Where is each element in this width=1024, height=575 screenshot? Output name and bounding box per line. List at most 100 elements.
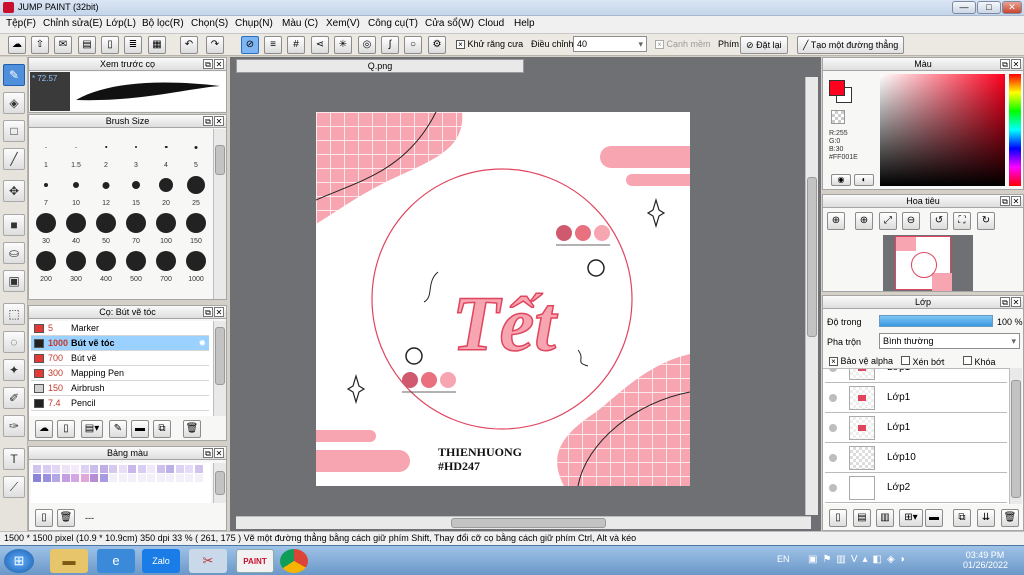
select-eraser-icon[interactable]: ✑ xyxy=(3,415,25,437)
layer-row[interactable]: Lớp2 xyxy=(825,473,1007,503)
brush-list-item[interactable]: 5 Marker xyxy=(31,321,209,336)
panel-controls[interactable]: ⧉ ✕ xyxy=(202,59,224,70)
scroll-thumb[interactable] xyxy=(215,145,225,175)
panel-controls[interactable]: ⧉ ✕ xyxy=(999,196,1021,207)
concentric-snap-icon[interactable]: ◎ xyxy=(358,36,376,54)
clock[interactable]: 03:49 PM 01/26/2022 xyxy=(963,550,1008,570)
palette-swatch[interactable] xyxy=(61,474,70,482)
brush-size-cell[interactable]: 4 xyxy=(151,133,181,169)
palette-swatch[interactable] xyxy=(109,465,117,473)
menu-tools[interactable]: Công cụ(T) xyxy=(368,18,418,29)
delete-palette-icon[interactable]: 🗑 xyxy=(57,509,75,527)
palette-swatch[interactable] xyxy=(147,474,155,482)
brush-size-cell[interactable]: 70 xyxy=(121,209,151,245)
lock-checkbox[interactable]: Khóa xyxy=(963,356,996,367)
palette-swatch[interactable] xyxy=(42,474,51,482)
panel-controls[interactable]: ⧉ ✕ xyxy=(999,59,1021,70)
menu-select[interactable]: Chọn(S) xyxy=(191,18,228,29)
palette-swatch[interactable] xyxy=(109,474,117,482)
parallel-snap-icon[interactable]: ≡ xyxy=(264,36,282,54)
file-explorer-icon[interactable]: ▬ xyxy=(50,549,88,573)
grid-layout-icon[interactable]: ▦ xyxy=(148,36,166,54)
new-layer-icon[interactable]: ▯ xyxy=(829,509,847,527)
fit-icon[interactable]: ⤢ xyxy=(879,212,897,230)
palette-swatch[interactable] xyxy=(175,465,184,473)
lasso-tool-icon[interactable]: ◌ xyxy=(3,331,25,353)
palette-swatch[interactable] xyxy=(61,465,70,473)
panel-controls[interactable]: ⧉ ✕ xyxy=(202,448,224,459)
brush-size-cell[interactable]: 20 xyxy=(151,171,181,207)
tray-icons[interactable]: ▣⚑▥V▴◧◈◗ xyxy=(808,554,911,565)
palette-swatch[interactable] xyxy=(71,474,79,482)
scissors-icon[interactable]: ✂ xyxy=(189,549,227,573)
gear-icon[interactable]: ✹ xyxy=(198,336,206,350)
palette-swatch[interactable] xyxy=(33,474,41,482)
palette-swatch[interactable] xyxy=(99,465,108,473)
reset-button[interactable]: ⊘ Đặt lại xyxy=(740,36,788,54)
maximize-button[interactable]: □ xyxy=(977,1,1001,14)
zalo-icon[interactable]: Zalo xyxy=(142,549,180,573)
scroll-thumb[interactable] xyxy=(215,327,225,385)
bucket-tool-icon[interactable]: ⛀ xyxy=(3,242,25,264)
new-layer-copy-icon[interactable]: ▤ xyxy=(853,509,871,527)
panel-controls[interactable]: ⧉ ✕ xyxy=(202,307,224,318)
brush-size-cell[interactable]: 1000 xyxy=(181,247,211,283)
language-indicator[interactable]: EN xyxy=(777,554,790,564)
visibility-eye-icon[interactable] xyxy=(829,454,837,462)
soft-edge-checkbox[interactable]: × Cạnh mềm xyxy=(655,39,711,49)
brush-edit-icon[interactable]: ✎ xyxy=(109,420,127,438)
brush-size-cell[interactable]: 400 xyxy=(91,247,121,283)
move-tool-icon[interactable]: ✥ xyxy=(3,180,25,202)
zoom-out-icon[interactable]: ⊖ xyxy=(902,212,920,230)
undo-icon[interactable]: ↶ xyxy=(180,36,198,54)
palette-swatch[interactable] xyxy=(99,474,108,482)
blend-mode-select[interactable]: Bình thường ▾ xyxy=(879,333,1020,349)
brush-size-cell[interactable]: 1.5 xyxy=(61,133,91,169)
palette-swatch[interactable] xyxy=(52,474,60,482)
brush-size-cell[interactable]: 12 xyxy=(91,171,121,207)
float-icon[interactable]: ⧉ xyxy=(1000,59,1010,69)
palette-swatch[interactable] xyxy=(166,474,174,482)
layer-merge-icon[interactable]: ⇊ xyxy=(977,509,995,527)
fit-screen-icon[interactable]: ⛶ xyxy=(953,212,971,230)
text-tool-icon[interactable]: T xyxy=(3,448,25,470)
layer-folder-icon[interactable]: ▬ xyxy=(925,509,943,527)
eyedropper-tool-icon[interactable]: ⟋ xyxy=(3,476,25,498)
message-icon[interactable]: ▤ xyxy=(78,36,96,54)
clip-checkbox[interactable]: Xén bớt xyxy=(901,356,944,367)
menu-color[interactable]: Màu (C) xyxy=(282,18,318,29)
palette-swatch[interactable] xyxy=(52,465,60,473)
palette-swatch[interactable] xyxy=(156,474,165,482)
brush-size-cell[interactable]: 700 xyxy=(151,247,181,283)
upload-icon[interactable]: ⇧ xyxy=(31,36,49,54)
float-icon[interactable]: ⧉ xyxy=(1000,196,1010,206)
rotate-right-icon[interactable]: ↻ xyxy=(977,212,995,230)
layer-row[interactable]: Lớp10 xyxy=(825,443,1007,473)
saturation-picker[interactable] xyxy=(880,74,1005,186)
brush-size-cell[interactable]: 40 xyxy=(61,209,91,245)
brush-size-cell[interactable]: 2 xyxy=(91,133,121,169)
navigator-view[interactable] xyxy=(883,235,973,291)
palette-swatch[interactable] xyxy=(194,465,203,473)
fan-snap-icon[interactable]: ⋖ xyxy=(311,36,329,54)
menu-file[interactable]: Tệp(F) xyxy=(6,18,36,29)
opacity-slider[interactable] xyxy=(879,315,993,327)
layer-duplicate-icon[interactable]: ⧉ xyxy=(953,509,971,527)
float-icon[interactable]: ⧉ xyxy=(203,116,213,126)
float-icon[interactable]: ⧉ xyxy=(1000,297,1010,307)
jump-paint-taskbar-icon[interactable]: PAINT xyxy=(236,549,274,573)
palette-swatch[interactable] xyxy=(128,474,136,482)
start-button-icon[interactable]: ⊞ xyxy=(4,549,34,573)
palette-swatch[interactable] xyxy=(71,465,79,473)
close-icon[interactable]: ✕ xyxy=(1011,59,1021,69)
brush-cloud-icon[interactable]: ☁ xyxy=(35,420,53,438)
brush-size-cell[interactable]: 300 xyxy=(61,247,91,283)
brush-menu-icon[interactable]: ▤▾ xyxy=(81,420,103,438)
eraser-tool-icon[interactable]: ◈ xyxy=(3,92,25,114)
redo-icon[interactable]: ↷ xyxy=(206,36,224,54)
panel-controls[interactable]: ⧉ ✕ xyxy=(999,297,1021,308)
palette-swatch[interactable] xyxy=(166,465,174,473)
line-tool-icon[interactable]: ╱ xyxy=(3,148,25,170)
scroll-thumb[interactable] xyxy=(807,177,817,337)
brush-size-cell[interactable]: 7 xyxy=(31,171,61,207)
